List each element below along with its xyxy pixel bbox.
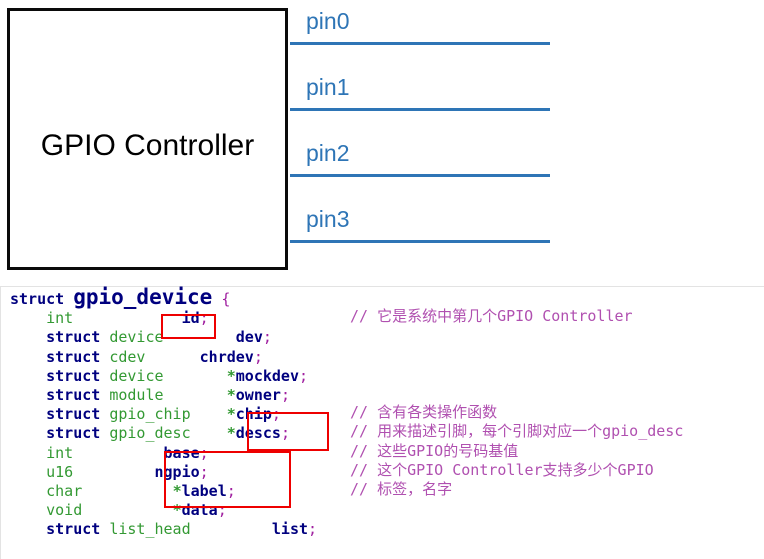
- code-comment-7: // 这些GPIO的号码基值: [350, 441, 519, 460]
- gpio-controller-diagram: GPIO Controller pin0 pin1 pin2 pin3: [0, 0, 764, 280]
- code-comment-1: [350, 326, 683, 345]
- pin-line-0: [290, 42, 550, 45]
- code-comment-10: [350, 499, 683, 518]
- code-comments-column: // 它是系统中第几个GPIO Controller // 含有各类操作函数//…: [350, 288, 683, 537]
- code-comment-5: // 含有各类操作函数: [350, 403, 498, 422]
- pin-line-1: [290, 108, 550, 111]
- pin-label-1: pin1: [306, 74, 350, 100]
- code-comment-6: // 用来描述引脚，每个引脚对应一个gpio_desc: [350, 422, 684, 441]
- code-snippet-gpio-device: struct gpio_device { int id; struct devi…: [0, 286, 764, 559]
- code-comment-4: [350, 384, 683, 403]
- pin-line-3: [290, 240, 550, 243]
- code-comment-9: // 标签，名字: [350, 479, 453, 498]
- pin-label-3: pin3: [306, 206, 350, 232]
- code-comment-2: [350, 346, 683, 365]
- code-comment-0: // 它是系统中第几个GPIO Controller: [350, 307, 633, 326]
- code-text: struct gpio_device { int id; struct devi…: [10, 285, 318, 539]
- code-comment-11: [350, 518, 683, 537]
- comment-spacer: [350, 288, 683, 307]
- code-comment-8: // 这个GPIO Controller支持多少个GPIO: [350, 460, 654, 479]
- pin-label-0: pin0: [306, 8, 350, 34]
- gpio-controller-box: GPIO Controller: [7, 8, 288, 270]
- pin-label-2: pin2: [306, 140, 350, 166]
- pin-line-2: [290, 174, 550, 177]
- code-comment-3: [350, 365, 683, 384]
- gpio-controller-label: GPIO Controller: [40, 129, 255, 162]
